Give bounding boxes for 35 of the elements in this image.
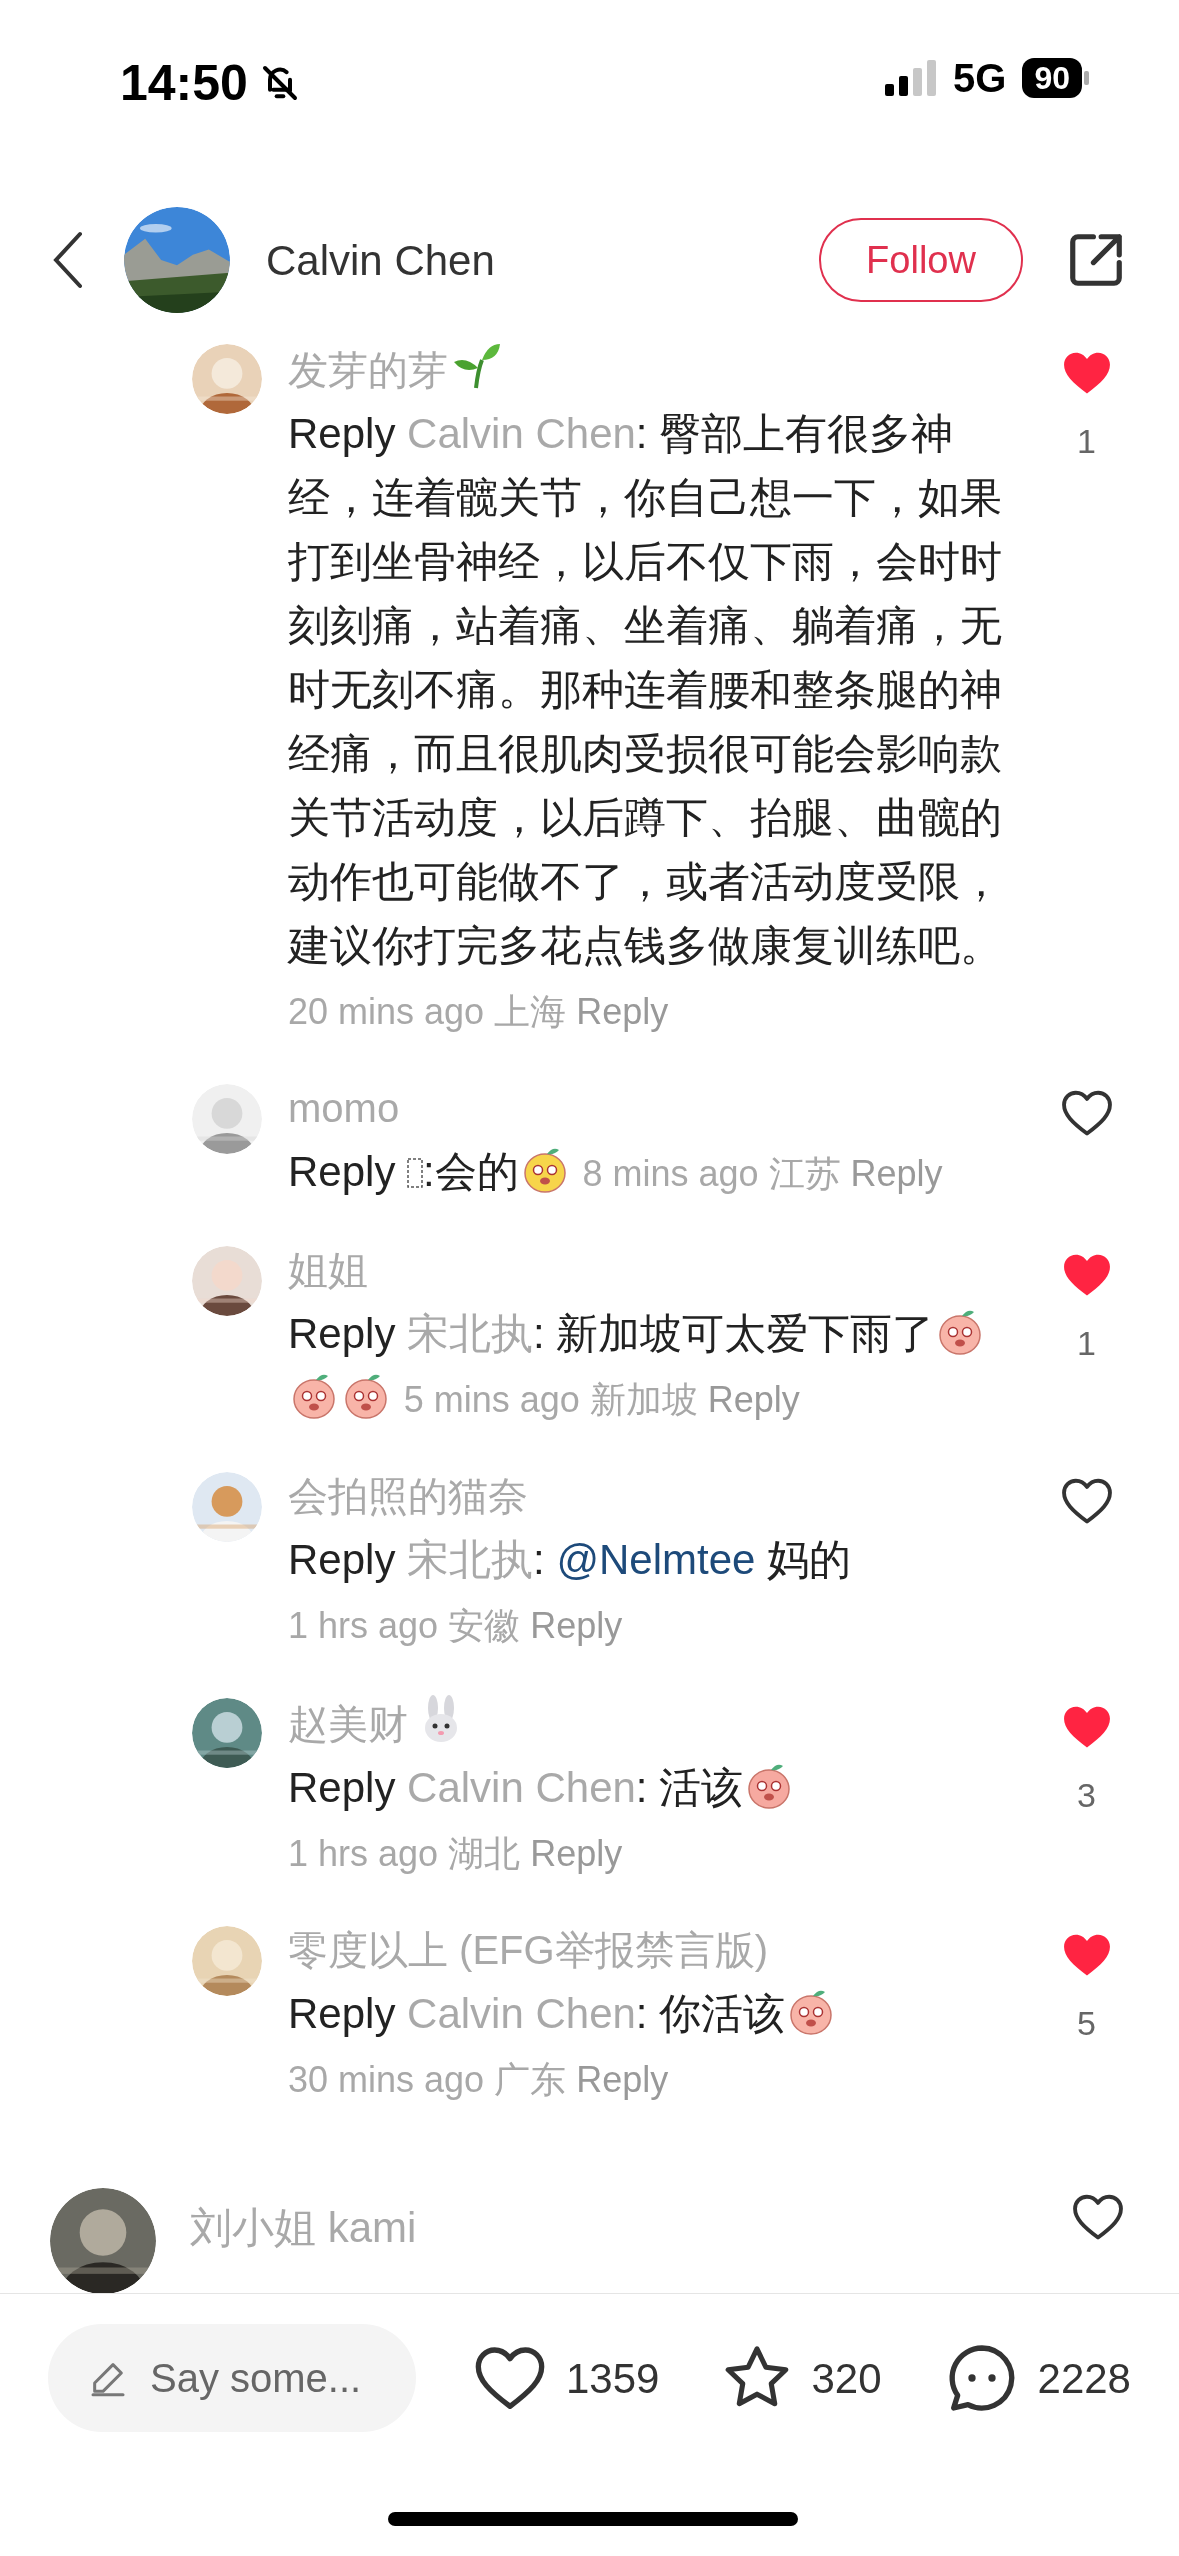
comment-text: Reply 宋北执: @Nelmtee 妈的 1 hrs ago 安徽 Reply [288, 1535, 853, 1648]
signal-icon [885, 60, 938, 96]
commenter-name: 发芽的芽 [288, 348, 448, 392]
author-name: Calvin Chen [266, 235, 496, 286]
commenter-name: 刘小姐 kami [190, 2203, 418, 2253]
like-count: 1359 [566, 2353, 660, 2404]
battery-indicator: 90 [1022, 58, 1082, 98]
like-count: 3 [1077, 1775, 1096, 1816]
back-icon[interactable] [52, 230, 84, 290]
comment-meta: 20 mins ago 上海 Reply [288, 991, 669, 1032]
clock: 14:50 [120, 58, 248, 108]
commenter-name: momo [288, 1086, 400, 1130]
comment-text: Reply Calvin Chen: 活该 1 hrs ago 湖北 Reply [288, 1756, 1020, 1886]
comment-text: Reply Calvin Chen: 臀部上有很多神经，连着髋关节，你自己想一下，如果打到坐骨神经，以后不仅下雨，会时时刻刻痛，站着痛、坐着痛、躺着痛，无时无刻不痛。那种连着腰和整条腿的神经痛，而且很肌肉受损很可能会影响款关节活动度，以后蹲下、抬腿、曲髋的动作也可能做不了，或者活动度受限，建议你打完多花点钱多做康复训练吧。 20 mins ago 上海 Reply [288, 409, 1003, 1034]
comment-text: Reply Calvin Chen: 你活该 30 mins ago 广东 Reply [288, 1982, 1020, 2112]
commenter-name: 零度以上 (EFG举报禁言版) [288, 1928, 768, 1972]
comment-meta: 1 hrs ago 湖北 Reply [288, 1833, 623, 1874]
like-count: 5 [1077, 2003, 1096, 2044]
battery-tip-icon [1084, 71, 1089, 85]
comment-input[interactable]: Say some... [48, 2324, 416, 2432]
commenter-name: 赵美财 [288, 1702, 408, 1746]
comment-meta: 1 hrs ago 安徽 Reply [288, 1605, 623, 1646]
comment-text: Reply 宋北执: 新加坡可太爱下雨了 5 mins ago 新加坡 Reply [288, 1302, 1020, 1432]
like-count: 1 [1077, 1323, 1096, 1364]
commenter-name: 姐姐 [288, 1248, 368, 1292]
like-count: 1 [1077, 421, 1096, 462]
star-count: 320 [811, 2353, 882, 2404]
comment-count: 2228 [1037, 2353, 1131, 2404]
comment-meta: 30 mins ago 广东 Reply [288, 2059, 669, 2100]
network-label: 5G [953, 58, 1007, 98]
follow-button[interactable]: Follow [819, 218, 1023, 302]
comment-text: Reply :会的 8 mins ago 江苏 Reply [288, 1140, 1020, 1206]
commenter-name: 会拍照的猫奈 [288, 1474, 528, 1518]
comment-meta: 5 mins ago 新加坡 Reply [403, 1379, 800, 1420]
comment-meta: 8 mins ago 江苏 Reply [582, 1153, 943, 1194]
